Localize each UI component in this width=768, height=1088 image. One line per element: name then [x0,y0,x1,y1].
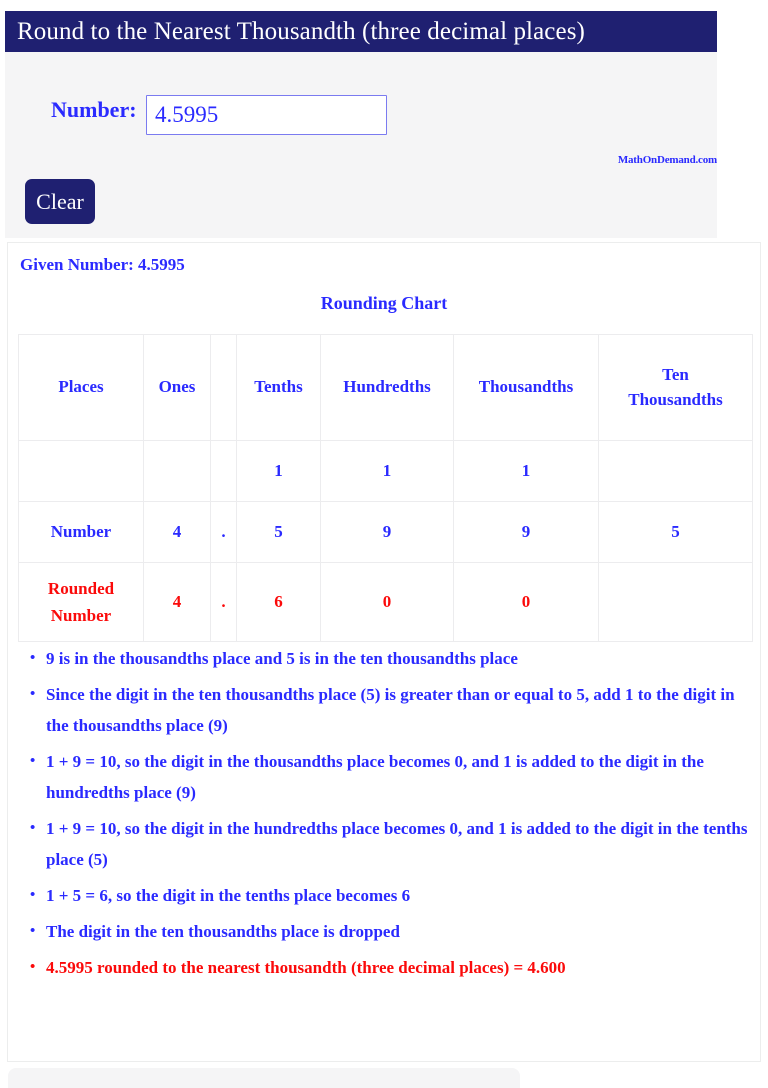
site-brand-watermark: MathOnDemand.com [617,154,717,166]
carry-ones [143,440,211,502]
table-rounded-row: Rounded Number 4 . 6 0 0 [18,562,753,642]
header-ones: Ones [143,334,211,441]
table-number-row: Number 4 . 5 9 9 5 [18,501,753,563]
rounded-row-label-line1: Rounded [47,578,115,598]
header-thousandths: Thousandths [453,334,599,441]
table-carry-row: 1 1 1 [18,440,753,502]
header-hundredths: Hundredths [320,334,454,441]
number-tenths: 5 [236,501,321,563]
title-bar: Round to the Nearest Thousandth (three d… [5,11,717,52]
number-ten-thousandths: 5 [598,501,753,563]
rounded-ones: 4 [143,562,211,642]
header-tenths: Tenths [236,334,321,441]
page-title: Round to the Nearest Thousandth (three d… [17,17,585,45]
number-decimal-point: . [210,501,237,563]
header-places: Places [18,334,144,441]
list-item: Since the digit in the ten thousandths p… [30,679,748,741]
header-ten-thousandths-line2: Thousandths [628,389,723,409]
final-result-item: 4.5995 rounded to the nearest thousandth… [30,952,748,983]
rounded-ten-thousandths [598,562,753,642]
list-item: 9 is in the thousandths place and 5 is i… [30,643,748,674]
list-item: 1 + 9 = 10, so the digit in the hundredt… [30,813,748,875]
calculator-form-panel: Round to the Nearest Thousandth (three d… [5,11,717,238]
given-number-text: Given Number: 4.5995 [20,255,185,274]
rounding-chart-table: Places Ones Tenths Hundredths Thousandth… [18,334,753,642]
list-item: 1 + 9 = 10, so the digit in the thousand… [30,746,748,808]
number-row-label: Number [18,501,144,563]
rounded-row-label: Rounded Number [18,562,144,642]
number-hundredths: 9 [320,501,454,563]
rounded-tenths: 6 [236,562,321,642]
number-thousandths: 9 [453,501,599,563]
carry-decimal-point [210,440,237,502]
carry-thousandths: 1 [453,440,599,502]
list-item: 1 + 5 = 6, so the digit in the tenths pl… [30,880,748,911]
list-item: The digit in the ten thousandths place i… [30,916,748,947]
bottom-panel-peek [8,1068,520,1088]
carry-tenths: 1 [236,440,321,502]
carry-places [18,440,144,502]
carry-hundredths: 1 [320,440,454,502]
number-ones: 4 [143,501,211,563]
rounding-chart-title: Rounding Chart [320,293,448,313]
rounded-hundredths: 0 [320,562,454,642]
header-ten-thousandths: Ten Thousandths [598,334,753,441]
rounded-row-label-line2: Number [50,606,112,625]
header-ten-thousandths-line1: Ten [662,364,689,384]
number-input[interactable] [146,95,387,135]
number-field-row: Number: [5,84,717,139]
number-label: Number: [51,97,137,122]
clear-button[interactable]: Clear [25,179,95,224]
rounded-thousandths: 0 [453,562,599,642]
header-decimal-point [210,334,237,441]
carry-ten-thousandths [598,440,753,502]
explanation-list: 9 is in the thousandths place and 5 is i… [22,643,748,988]
rounded-decimal-point: . [210,562,237,642]
table-header-row: Places Ones Tenths Hundredths Thousandth… [18,334,753,441]
result-card: Given Number: 4.5995 Rounding Chart Plac… [8,243,760,1061]
